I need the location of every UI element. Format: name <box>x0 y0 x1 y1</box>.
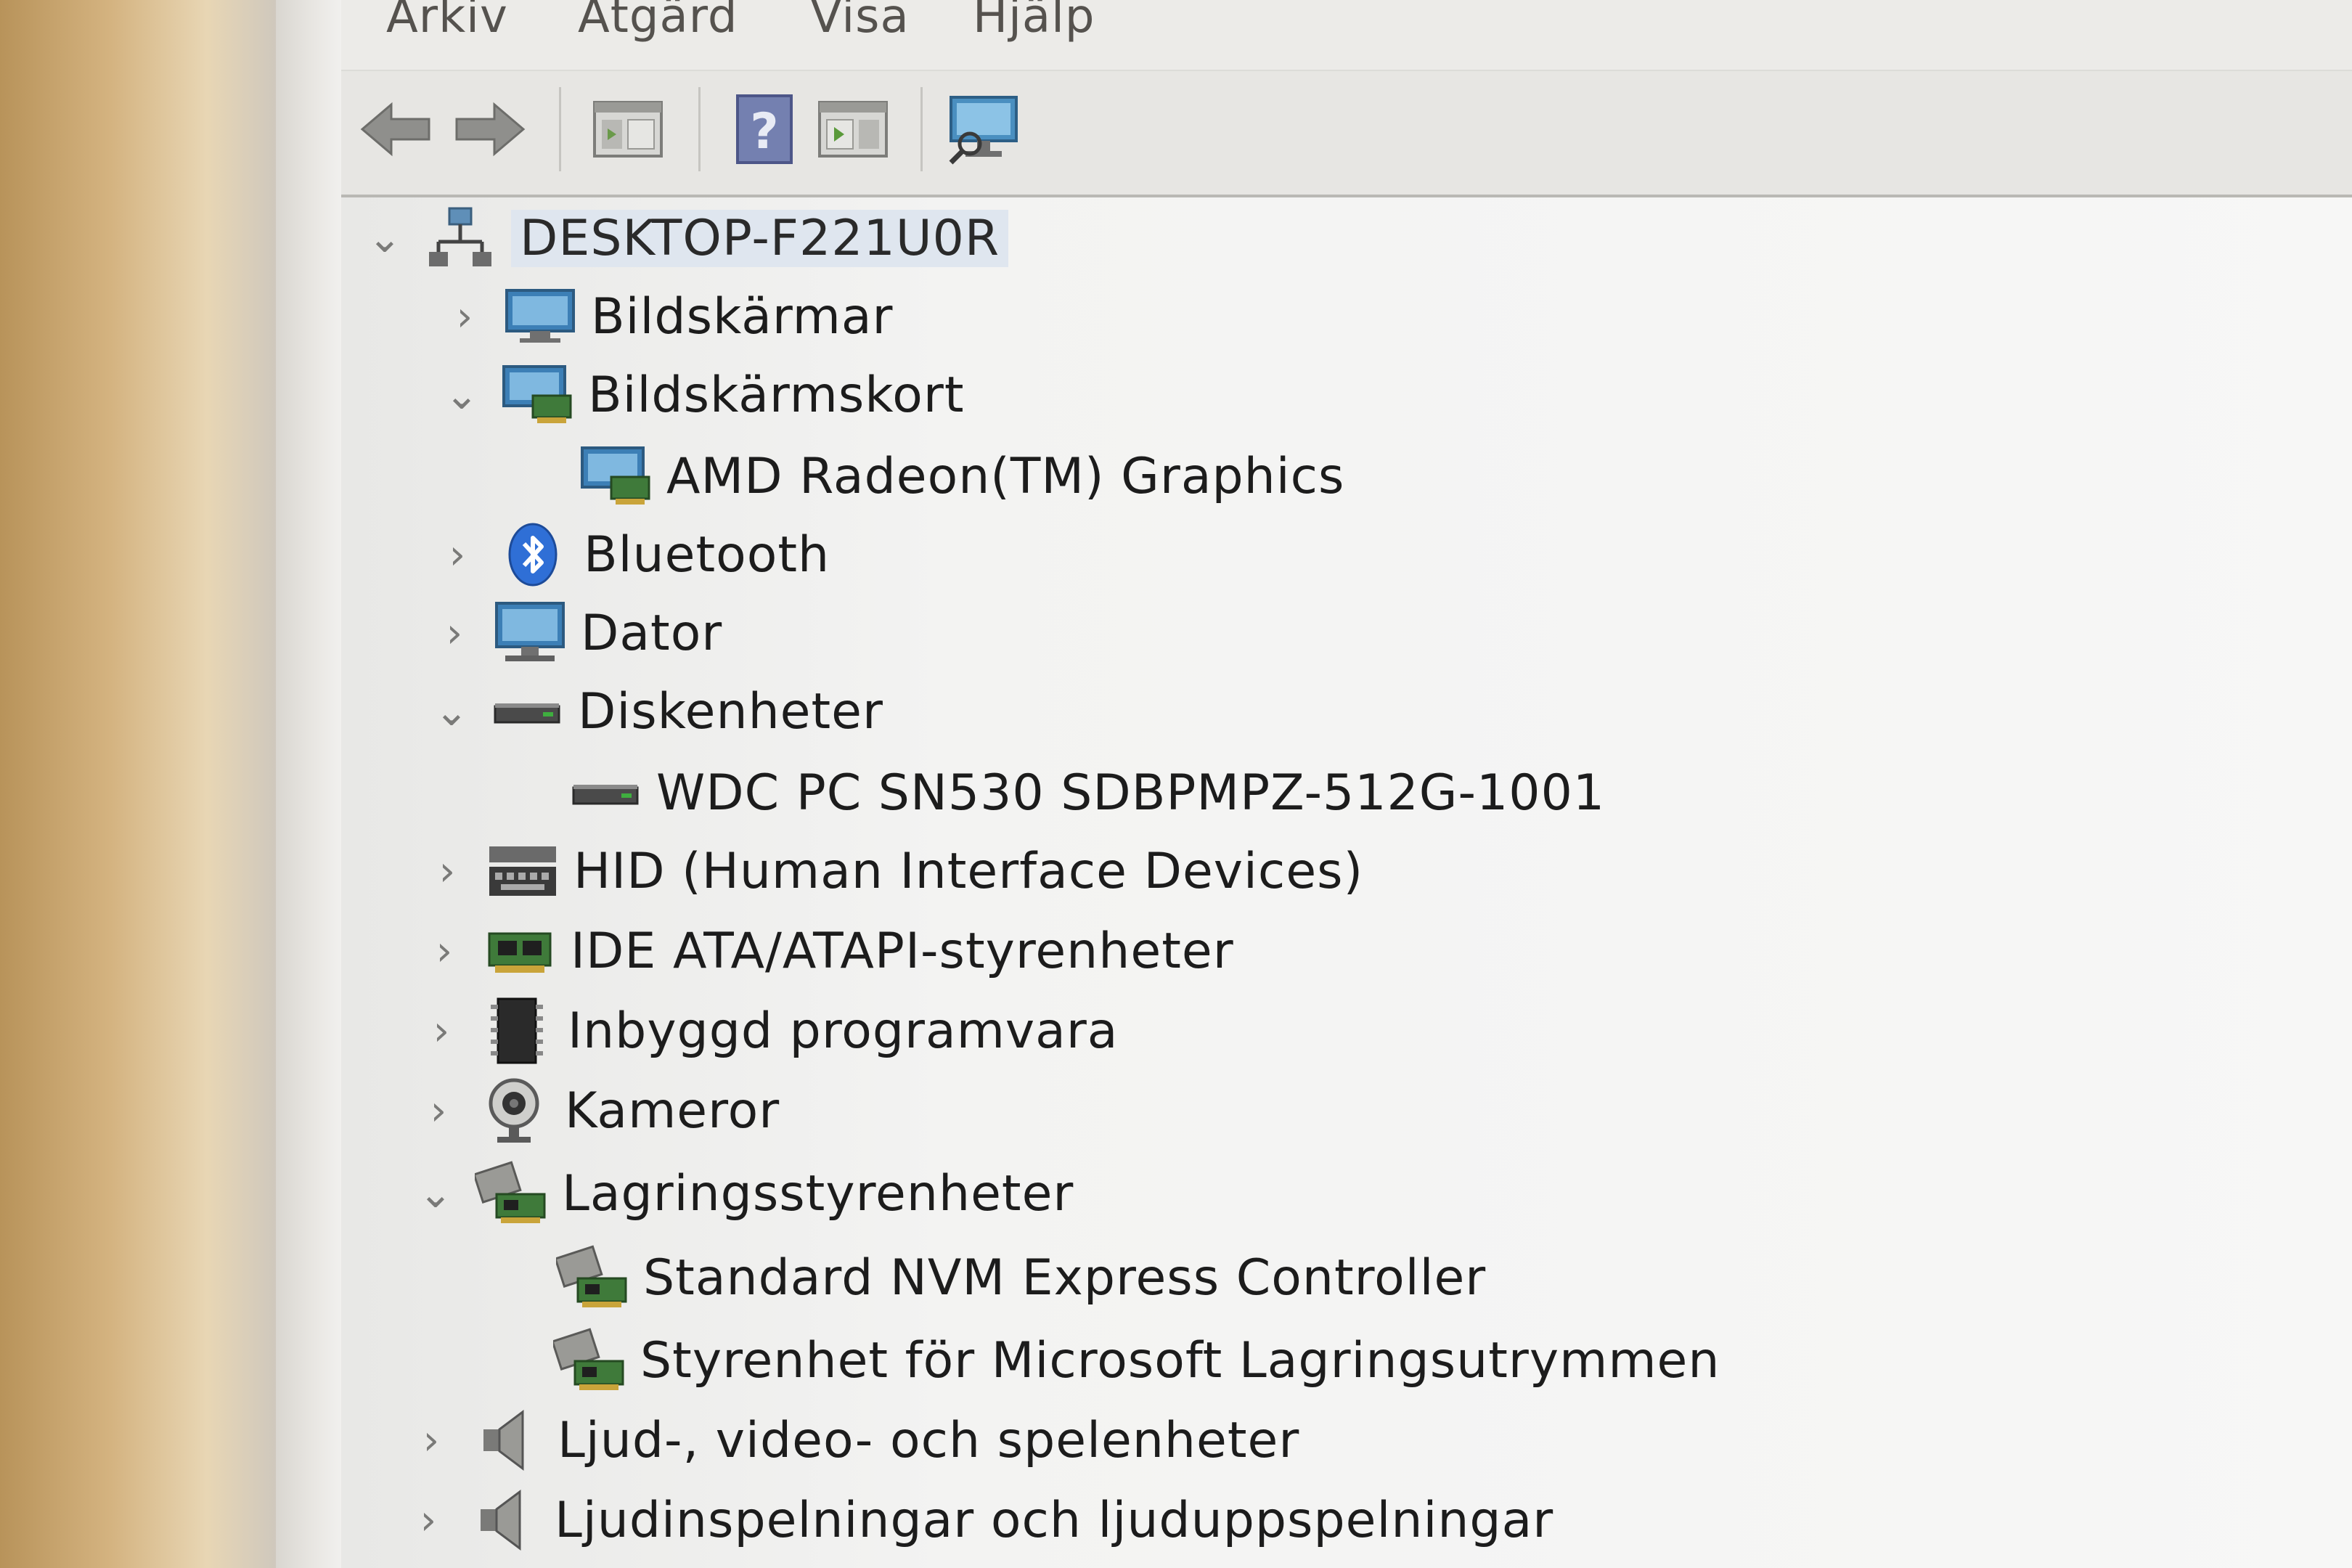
scan-hardware-button[interactable] <box>944 86 1024 173</box>
chevron-right-icon[interactable]: › <box>436 531 479 579</box>
tree-item-label: Bluetooth <box>584 526 830 584</box>
tree-item-label: Dator <box>581 604 723 662</box>
device-manager-window: Arkiv Åtgärd Visa Hjälp ? ⌄ DESKTOP-F221… <box>341 0 2352 1568</box>
tree-item-lagringsstyrenheter[interactable]: ⌄ Lagringsstyrenheter <box>414 1157 1074 1230</box>
tree-item-label: Ljudinspelningar och ljuduppspelningar <box>555 1491 1554 1549</box>
tree-item-label: Standard NVM Express Controller <box>643 1249 1487 1307</box>
menu-bar: Arkiv Åtgärd Visa Hjälp <box>341 0 2352 71</box>
toolbar-separator <box>559 87 561 171</box>
help-icon: ? <box>736 94 793 164</box>
tree-item-ljud-video-spel[interactable]: › Ljud-, video- och spelenheter <box>409 1404 1299 1477</box>
chevron-right-icon[interactable]: › <box>425 848 469 895</box>
menu-arkiv[interactable]: Arkiv <box>386 0 508 44</box>
toolbar: ? <box>341 71 2352 197</box>
storage-controller-icon <box>475 1161 547 1226</box>
tree-item-label: Ljud-, video- och spelenheter <box>558 1411 1300 1469</box>
tree-item-label: WDC PC SN530 SDBPMPZ-512G-1001 <box>656 764 1606 822</box>
tree-root[interactable]: ⌄ DESKTOP-F221U0R <box>363 202 1009 274</box>
tree-item-wdc-ssd[interactable]: WDC PC SN530 SDBPMPZ-512G-1001 <box>508 756 1605 829</box>
speaker-icon <box>467 1487 540 1553</box>
computer-icon <box>494 600 566 666</box>
chevron-down-icon[interactable]: ⌄ <box>363 215 407 262</box>
action-pane-button[interactable] <box>813 86 893 173</box>
forward-button[interactable] <box>450 86 530 173</box>
ide-controller-icon <box>483 918 556 984</box>
speaker-icon <box>470 1408 543 1473</box>
tree-item-bildskarmskort[interactable]: ⌄ Bildskärmskort <box>440 359 965 431</box>
chevron-down-icon[interactable]: ⌄ <box>440 372 483 419</box>
menu-visa[interactable]: Visa <box>810 0 910 44</box>
storage-controller-icon <box>556 1245 629 1310</box>
tree-item-label: HID (Human Interface Devices) <box>573 842 1364 900</box>
chevron-right-icon[interactable]: › <box>433 610 476 657</box>
action-pane-icon <box>818 101 888 158</box>
chevron-right-icon[interactable]: › <box>422 928 466 975</box>
chevron-right-icon[interactable]: › <box>417 1087 460 1135</box>
chevron-right-icon[interactable]: › <box>409 1417 453 1464</box>
tree-item-label: Styrenhet för Microsoft Lagringsutrymmen <box>640 1331 1720 1389</box>
tree-item-dator[interactable]: › Dator <box>433 597 722 669</box>
tree-root-label: DESKTOP-F221U0R <box>511 209 1009 267</box>
tree-item-amd-radeon[interactable]: AMD Radeon(TM) Graphics <box>518 440 1344 513</box>
tree-item-label: Diskenheter <box>578 682 883 740</box>
menu-hjalp[interactable]: Hjälp <box>973 0 1095 44</box>
toolbar-separator <box>920 87 923 171</box>
tree-item-label: IDE ATA/ATAPI-styrenheter <box>571 922 1234 980</box>
chevron-right-icon[interactable]: › <box>420 1008 463 1055</box>
tree-item-label: Lagringsstyrenheter <box>562 1164 1074 1222</box>
display-adapter-icon <box>501 362 573 428</box>
back-arrow-icon <box>360 102 430 157</box>
screen-edge <box>276 0 341 1568</box>
tree-item-diskenheter[interactable]: ⌄ Diskenheter <box>430 675 883 748</box>
svg-text:?: ? <box>750 103 778 160</box>
device-tree: ⌄ DESKTOP-F221U0R › Bildskärmar ⌄ Bildsk… <box>341 197 2352 1568</box>
computer-network-icon <box>424 205 497 271</box>
chevron-down-icon[interactable]: ⌄ <box>430 688 473 735</box>
menu-atgard[interactable]: Åtgärd <box>578 0 738 44</box>
disk-drive-icon <box>569 760 642 825</box>
tree-item-label: AMD Radeon(TM) Graphics <box>666 447 1345 505</box>
chevron-right-icon[interactable]: › <box>407 1497 450 1544</box>
hid-icon <box>486 838 559 904</box>
tree-item-ide-ata[interactable]: › IDE ATA/ATAPI-styrenheter <box>422 915 1234 987</box>
help-button[interactable]: ? <box>726 86 806 173</box>
tree-item-bildskarmar[interactable]: › Bildskärmar <box>443 280 894 353</box>
chevron-right-icon[interactable]: › <box>443 293 486 340</box>
monitor-scan-icon <box>949 96 1018 165</box>
tree-item-inbyggd-programvara[interactable]: › Inbyggd programvara <box>420 995 1118 1067</box>
bluetooth-icon <box>497 522 569 587</box>
tree-item-label: Bildskärmskort <box>588 366 965 424</box>
storage-controller-icon <box>553 1328 626 1393</box>
tree-item-kameror[interactable]: › Kameror <box>417 1074 780 1147</box>
tree-item-label: Kameror <box>565 1082 780 1140</box>
tree-item-hid[interactable]: › HID (Human Interface Devices) <box>425 835 1363 907</box>
display-adapter-icon <box>579 444 652 509</box>
back-button[interactable] <box>356 86 436 173</box>
firmware-chip-icon <box>481 997 553 1064</box>
chevron-down-icon[interactable]: ⌄ <box>414 1170 457 1217</box>
tree-item-label: Bildskärmar <box>591 287 894 346</box>
monitor-icon <box>504 284 576 349</box>
forward-arrow-icon <box>455 102 526 157</box>
tree-item-ljudinspelningar[interactable]: › Ljudinspelningar och ljuduppspelningar <box>407 1484 1553 1556</box>
monitor-bezel <box>0 0 276 1568</box>
toolbar-separator <box>698 87 701 171</box>
tree-item-standard-nvm[interactable]: Standard NVM Express Controller <box>495 1241 1486 1314</box>
camera-icon <box>478 1078 550 1143</box>
show-hide-console-tree-button[interactable] <box>588 86 668 173</box>
tree-item-bluetooth[interactable]: › Bluetooth <box>436 518 830 591</box>
disk-drive-icon <box>491 679 563 744</box>
tree-item-microsoft-storage-spaces[interactable]: Styrenhet för Microsoft Lagringsutrymmen <box>492 1324 1720 1397</box>
tree-item-label: Inbyggd programvara <box>568 1002 1119 1060</box>
console-tree-icon <box>593 101 663 158</box>
